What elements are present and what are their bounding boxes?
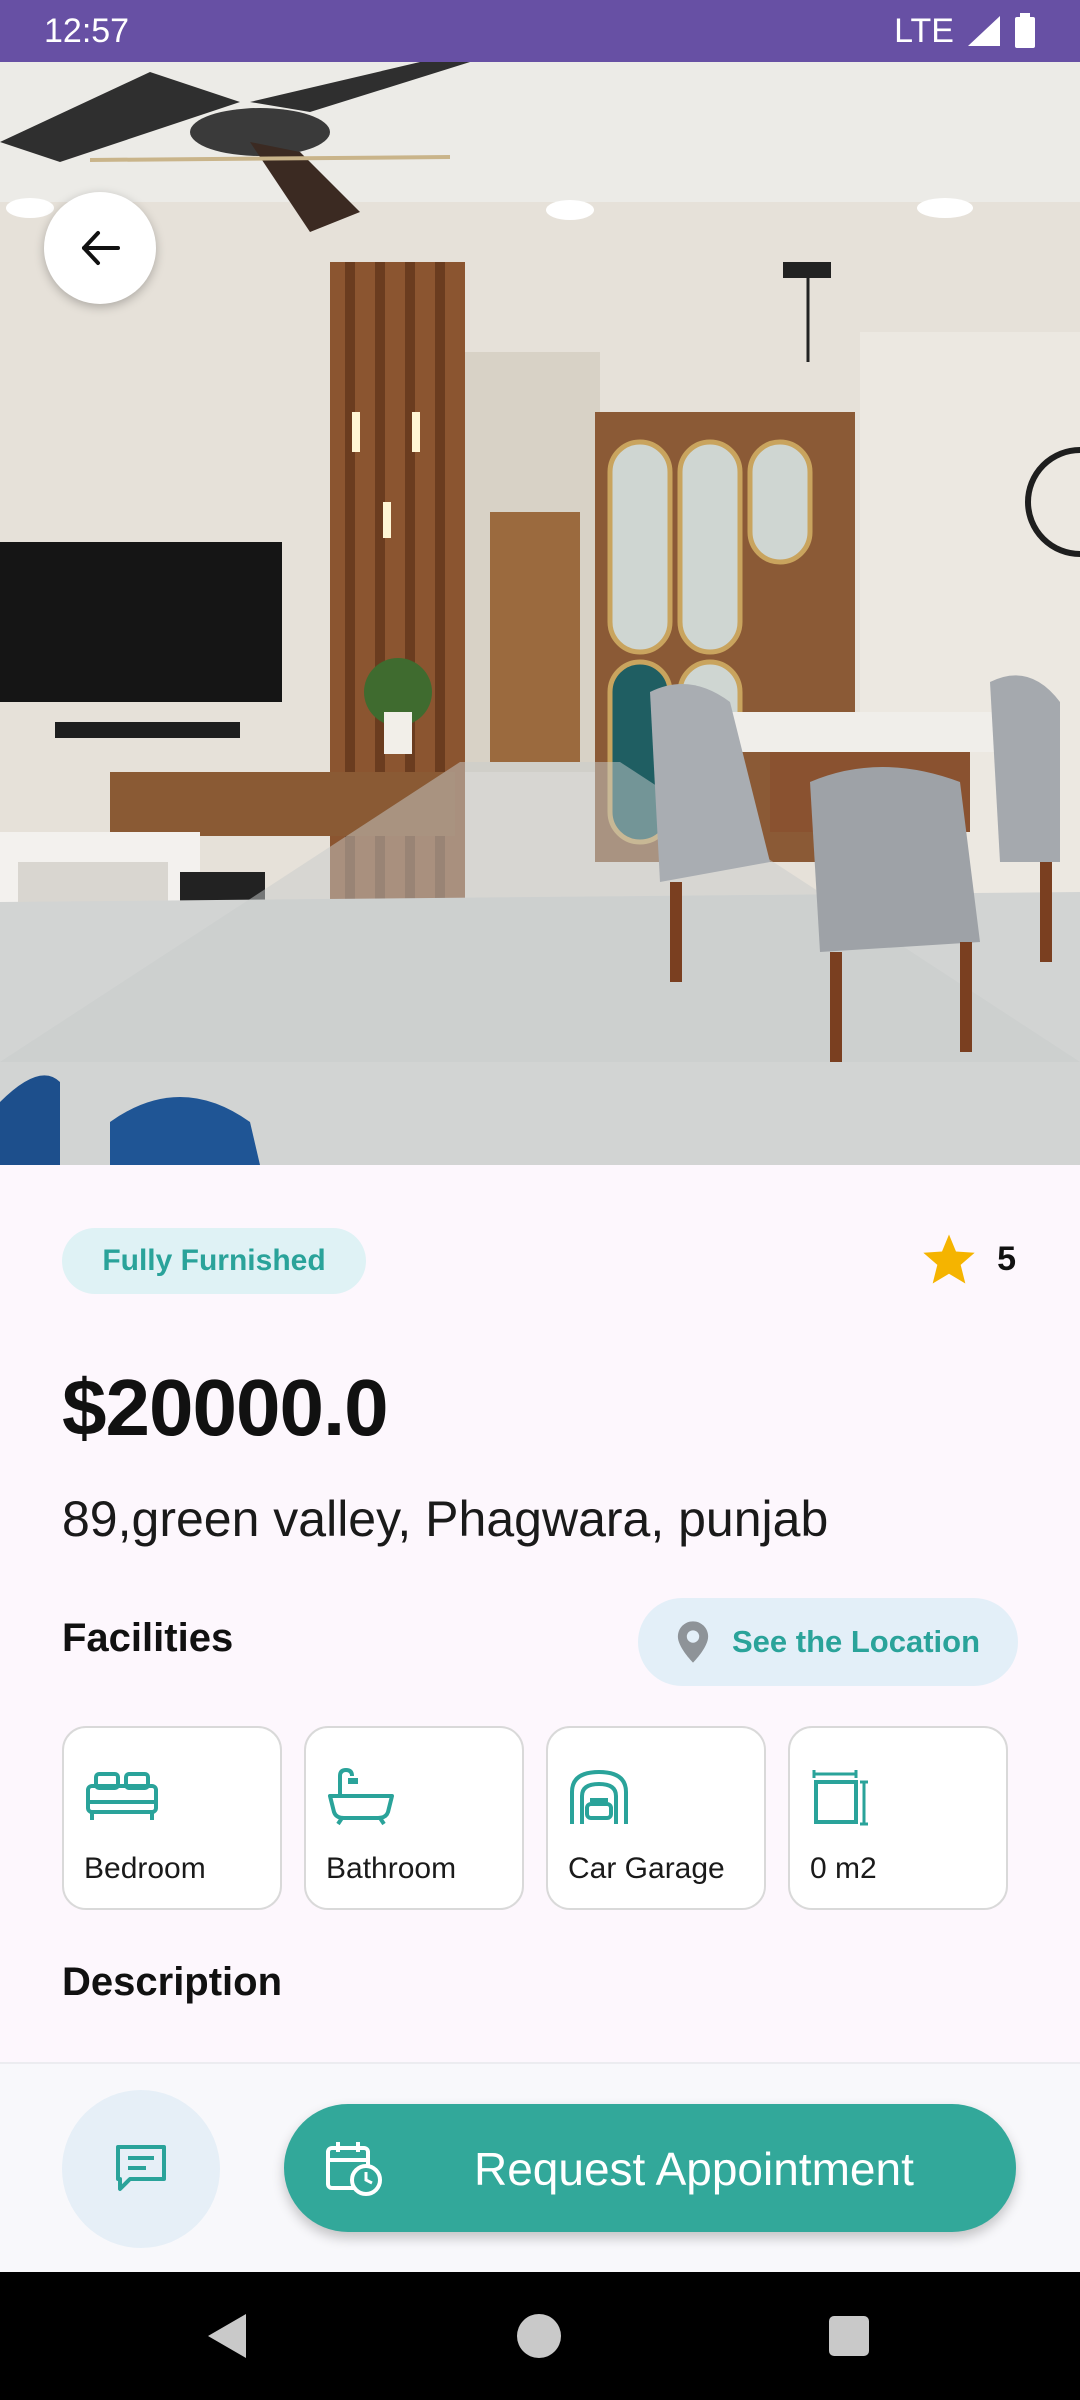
- system-nav-bar: [0, 2272, 1080, 2400]
- property-detail-screen: 12:57 LTE Fully Furnished 5 $20000.0 89,…: [0, 0, 1080, 2400]
- nav-home-icon[interactable]: [517, 2314, 561, 2358]
- star-icon: [923, 1234, 975, 1284]
- property-image: [0, 62, 1080, 1165]
- rating: 5: [921, 1232, 1016, 1286]
- facility-label: Car Garage: [568, 1852, 725, 1885]
- status-icons: LTE: [894, 12, 1036, 51]
- facilities-list: Bedroom Bathroom Car Garage 0 m2: [62, 1726, 1008, 1910]
- facility-label: Bedroom: [84, 1852, 206, 1885]
- facility-label: 0 m2: [810, 1852, 877, 1885]
- rating-value: 5: [997, 1239, 1016, 1278]
- see-location-label: See the Location: [731, 1624, 981, 1659]
- chat-icon: [116, 2145, 166, 2191]
- nav-recents-icon[interactable]: [829, 2316, 869, 2356]
- furnishing-label: Fully Furnished: [102, 1244, 326, 1277]
- facilities-title: Facilities: [62, 1616, 234, 1660]
- status-bar: 12:57 LTE: [0, 0, 1080, 62]
- calendar-clock-icon: [326, 2142, 382, 2196]
- garage-icon: [570, 1769, 628, 1824]
- back-button[interactable]: [44, 192, 156, 304]
- furnishing-chip: Fully Furnished: [62, 1228, 366, 1294]
- bed-icon: [86, 1772, 158, 1820]
- battery-icon: [1015, 13, 1035, 48]
- price: $20000.0: [62, 1363, 389, 1452]
- arrow-left-icon: [82, 231, 120, 265]
- description-title: Description: [62, 1960, 283, 2004]
- address: 89,green valley, Phagwara, punjab: [62, 1491, 829, 1547]
- map-pin-icon: [677, 1621, 709, 1663]
- bathtub-icon: [328, 1767, 394, 1826]
- signal-icon: [968, 16, 1000, 46]
- request-appointment-button[interactable]: Request Appointment: [284, 2104, 1016, 2232]
- request-appointment-label: Request Appointment: [474, 2143, 914, 2195]
- facility-label: Bathroom: [326, 1852, 457, 1885]
- area-icon: [812, 1770, 868, 1826]
- facility-car-garage: Car Garage: [546, 1726, 766, 1910]
- facility-bedroom: Bedroom: [62, 1726, 282, 1910]
- nav-back-icon[interactable]: [204, 2312, 250, 2360]
- facility-bathroom: Bathroom: [304, 1726, 524, 1910]
- see-location-button[interactable]: See the Location: [638, 1598, 1018, 1686]
- status-time: 12:57: [44, 11, 130, 50]
- facility-area: 0 m2: [788, 1726, 1008, 1910]
- chat-button[interactable]: [62, 2090, 220, 2248]
- network-label: LTE: [894, 11, 954, 50]
